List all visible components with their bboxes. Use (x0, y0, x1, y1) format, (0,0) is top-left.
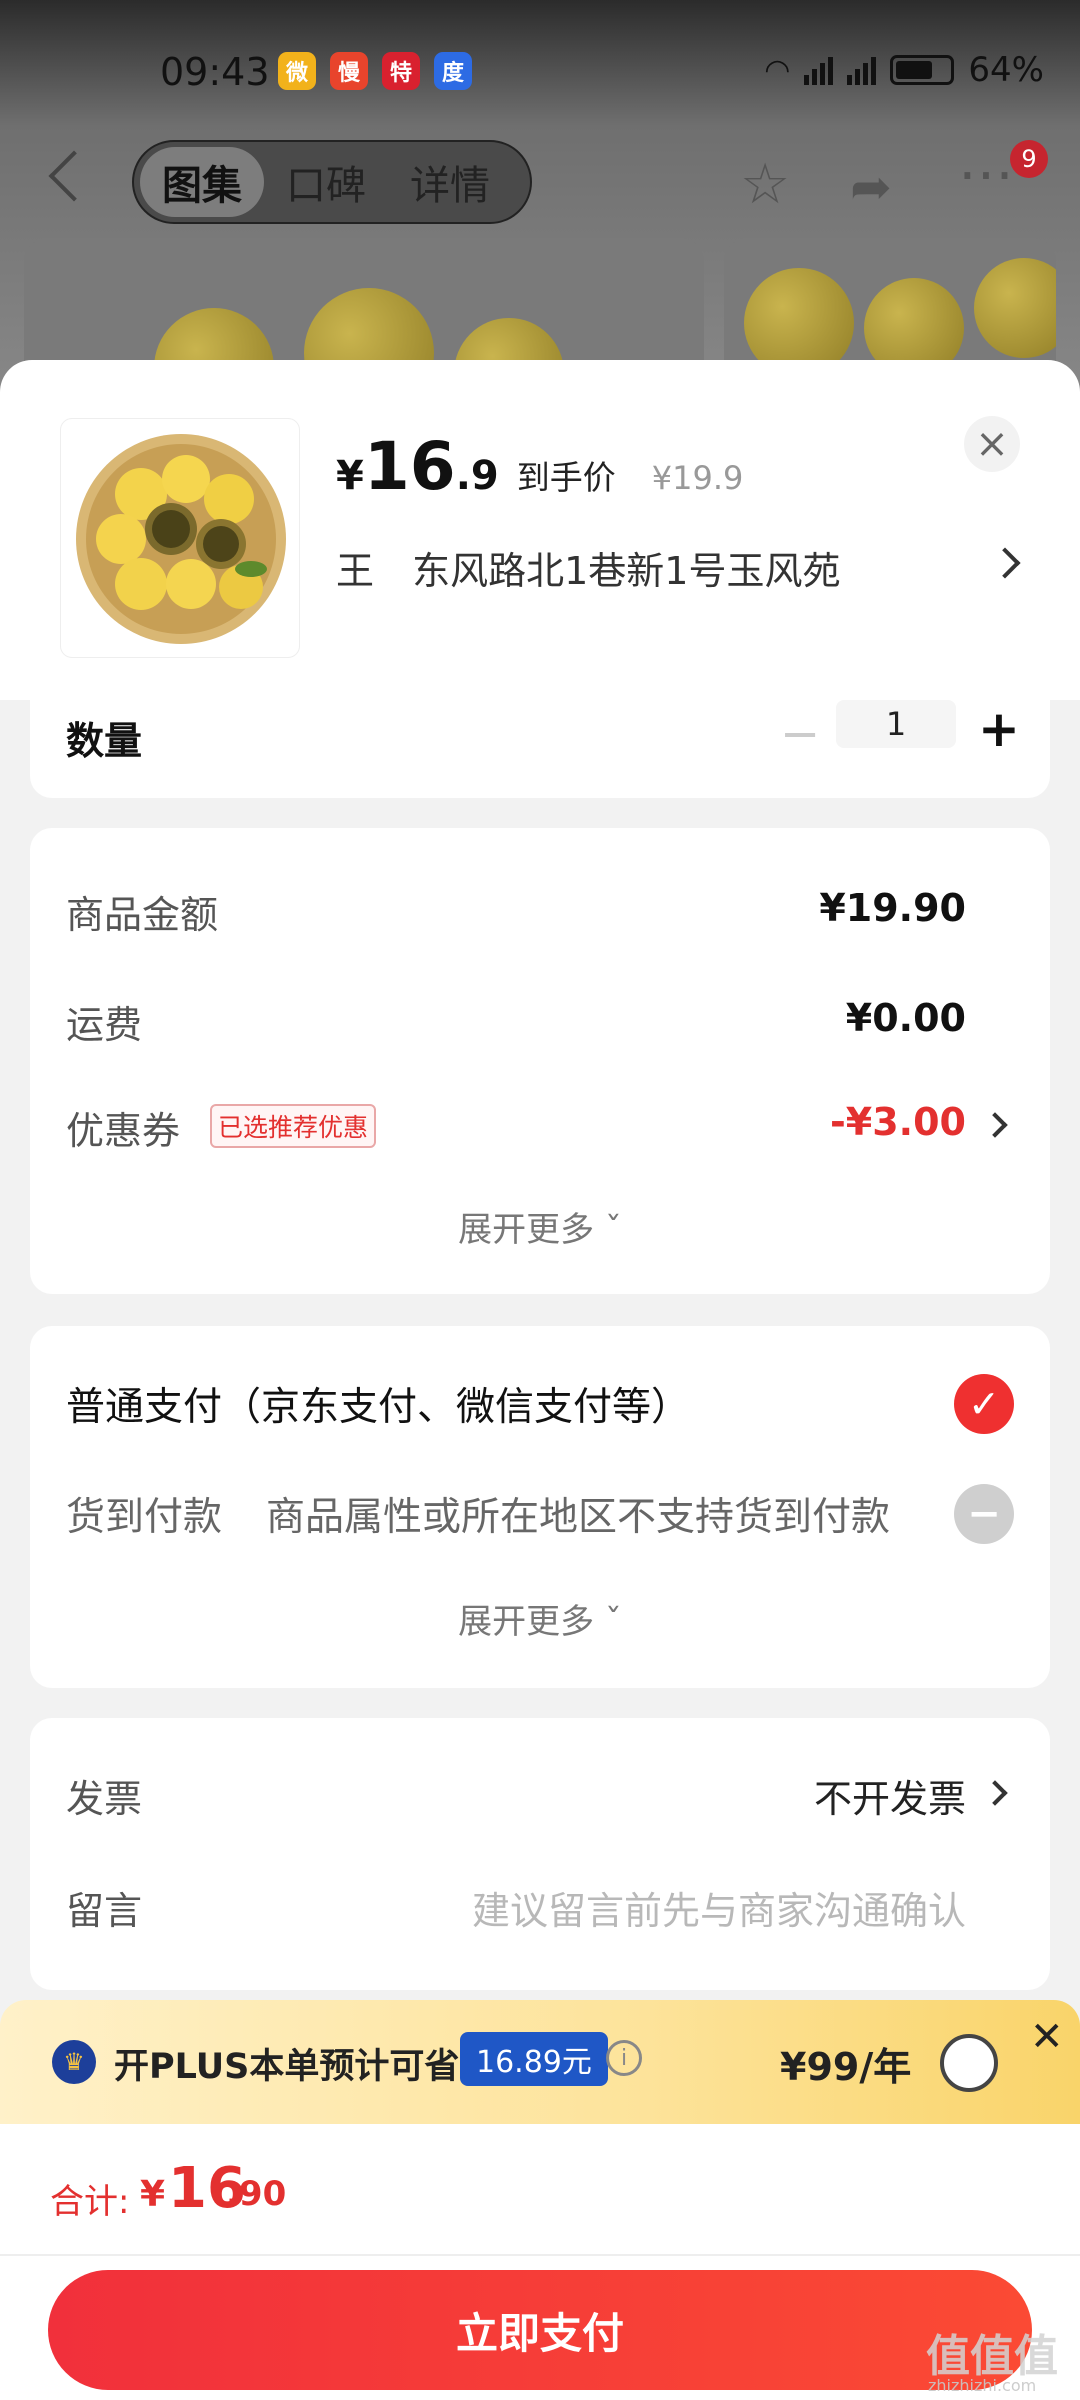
close-icon[interactable]: × (964, 416, 1020, 472)
watermark-logo: 值值值 (926, 2331, 1058, 2382)
plus-promo-bar: ♛ 开PLUS本单预计可省 16.89元 i ¥99/年 ✕ (0, 2000, 1080, 2124)
total-currency: ¥ (140, 2174, 166, 2215)
battery-percent: 64% (968, 50, 1044, 90)
invoice-label[interactable]: 发票 (66, 1768, 142, 1823)
goods-amount-value: ¥19.90 (819, 886, 966, 930)
plus-select-radio[interactable] (940, 2034, 998, 2092)
shipping-value: ¥0.00 (845, 996, 966, 1040)
message-label: 留言 (66, 1889, 143, 1933)
top-nav: 图集 口碑 详情 ☆ ➦ ⋯ (0, 138, 1080, 228)
info-icon[interactable]: i (606, 2040, 642, 2076)
order-sheet-header: ¥ 16 .9 到手价 ¥19.9 王 东风路北1巷新1号玉风苑 × (0, 360, 1080, 700)
share-icon[interactable]: ➦ (850, 158, 892, 216)
price-summary-card: 商品金额 ¥19.90 运费 ¥0.00 优惠券 已选推荐优惠 -¥3.00 展… (30, 828, 1050, 1294)
plus-saving-badge: 16.89元 (460, 2032, 608, 2086)
shipping-label: 运费 (66, 1003, 143, 1047)
status-right-group: ◠ 64% (764, 50, 1044, 90)
wifi-icon: ◠ (764, 52, 791, 88)
crown-icon: ♛ (52, 2040, 96, 2084)
watermark-url: zhizhizhi.com (928, 2376, 1037, 2395)
coupon-tag: 已选推荐优惠 (210, 1104, 377, 1148)
message-input[interactable]: 建议留言前先与商家沟通确认 (472, 1880, 966, 1935)
payment-option-normal[interactable]: 普通支付（京东支付、微信支付等） (66, 1376, 690, 1432)
status-time: 09:43 (160, 50, 270, 94)
quantity-label: 数量 (66, 719, 143, 763)
disabled-icon: − (954, 1484, 1014, 1544)
signal-icon-2 (847, 55, 877, 85)
price-decimal: .9 (455, 453, 499, 499)
payment-expand-label: 展开更多 (458, 1602, 595, 1642)
background-page: 09:43 微 慢 特 度 ◠ 64% 图集 口碑 详情 ☆ ➦ ⋯ 9 (0, 0, 1080, 438)
quantity-card: 数量 − 1 + (30, 700, 1050, 798)
total-label: 合计: (50, 2182, 130, 2222)
payment-card: 普通支付（京东支付、微信支付等） ✓ 货到付款 商品属性或所在地区不支持货到付款… (30, 1326, 1050, 1688)
status-bar: 09:43 微 慢 特 度 ◠ 64% (0, 0, 1080, 140)
quantity-plus-button[interactable]: + (978, 700, 1020, 758)
address-chevron-icon[interactable] (989, 547, 1021, 579)
pay-now-button[interactable]: 立即支付 (48, 2270, 1032, 2390)
goods-amount-label: 商品金额 (66, 893, 219, 937)
footer-divider (0, 2254, 1080, 2256)
check-icon[interactable]: ✓ (954, 1374, 1014, 1434)
manman-app-icon: 慢 (330, 52, 368, 90)
tab-segment: 图集 口碑 详情 (132, 140, 532, 224)
signal-icon-1 (804, 55, 834, 85)
baidu-app-icon: 度 (434, 52, 472, 90)
more-icon[interactable]: ⋯ (958, 142, 1014, 207)
price-row: ¥ 16 .9 到手价 ¥19.9 (336, 428, 743, 505)
price-integer: 16 (363, 428, 456, 505)
original-price: ¥19.9 (651, 459, 744, 497)
checkout-footer: 合计: ¥ 16 .90 立即支付 (0, 2124, 1080, 2400)
chevron-down-icon: ˇ (604, 1210, 622, 1250)
weibo-app-icon: 微 (278, 52, 316, 90)
tab-gallery[interactable]: 图集 (140, 147, 264, 217)
coupon-chevron-icon[interactable] (982, 1112, 1008, 1138)
tab-reviews[interactable]: 口碑 (264, 147, 388, 217)
total-decimal: .90 (226, 2174, 287, 2214)
quantity-minus-button[interactable]: − (780, 706, 820, 762)
back-arrow-icon[interactable] (48, 150, 100, 202)
summary-expand-more[interactable]: 展开更多 ˇ (30, 1202, 1050, 1251)
chevron-down-icon: ˇ (604, 1602, 622, 1642)
address-text: 东风路北1巷新1号玉风苑 (412, 549, 841, 593)
cod-unavailable-note: 商品属性或所在地区不支持货到付款 (266, 1495, 891, 1540)
tejia-app-icon: 特 (382, 52, 420, 90)
invoice-chevron-icon[interactable] (982, 1780, 1008, 1806)
price-currency: ¥ (336, 453, 364, 499)
extras-card: 发票 不开发票 留言 建议留言前先与商家沟通确认 (30, 1718, 1050, 1990)
payment-option-cod: 货到付款 (66, 1495, 223, 1540)
product-thumbnail (60, 418, 300, 658)
summary-expand-label: 展开更多 (458, 1210, 595, 1250)
plus-promo-text: 开PLUS本单预计可省 (114, 2047, 460, 2087)
invoice-value[interactable]: 不开发票 (814, 1768, 966, 1823)
battery-icon (890, 55, 955, 85)
address-row[interactable]: 王 东风路北1巷新1号玉风苑 (336, 540, 840, 595)
tab-details[interactable]: 详情 (388, 147, 512, 217)
plus-price: ¥99/年 (780, 2045, 912, 2089)
quantity-input[interactable]: 1 (836, 700, 956, 748)
star-icon[interactable]: ☆ (740, 152, 790, 217)
coupon-value[interactable]: -¥3.00 (830, 1100, 966, 1144)
notification-badge: 9 (1010, 140, 1048, 178)
close-icon[interactable]: ✕ (1030, 2014, 1064, 2060)
recipient-name: 王 (336, 549, 375, 593)
payment-expand-more[interactable]: 展开更多 ˇ (30, 1594, 1050, 1643)
passion-fruit-image (76, 434, 286, 644)
coupon-label[interactable]: 优惠券 (66, 1100, 180, 1155)
price-tag-label: 到手价 (516, 458, 616, 497)
